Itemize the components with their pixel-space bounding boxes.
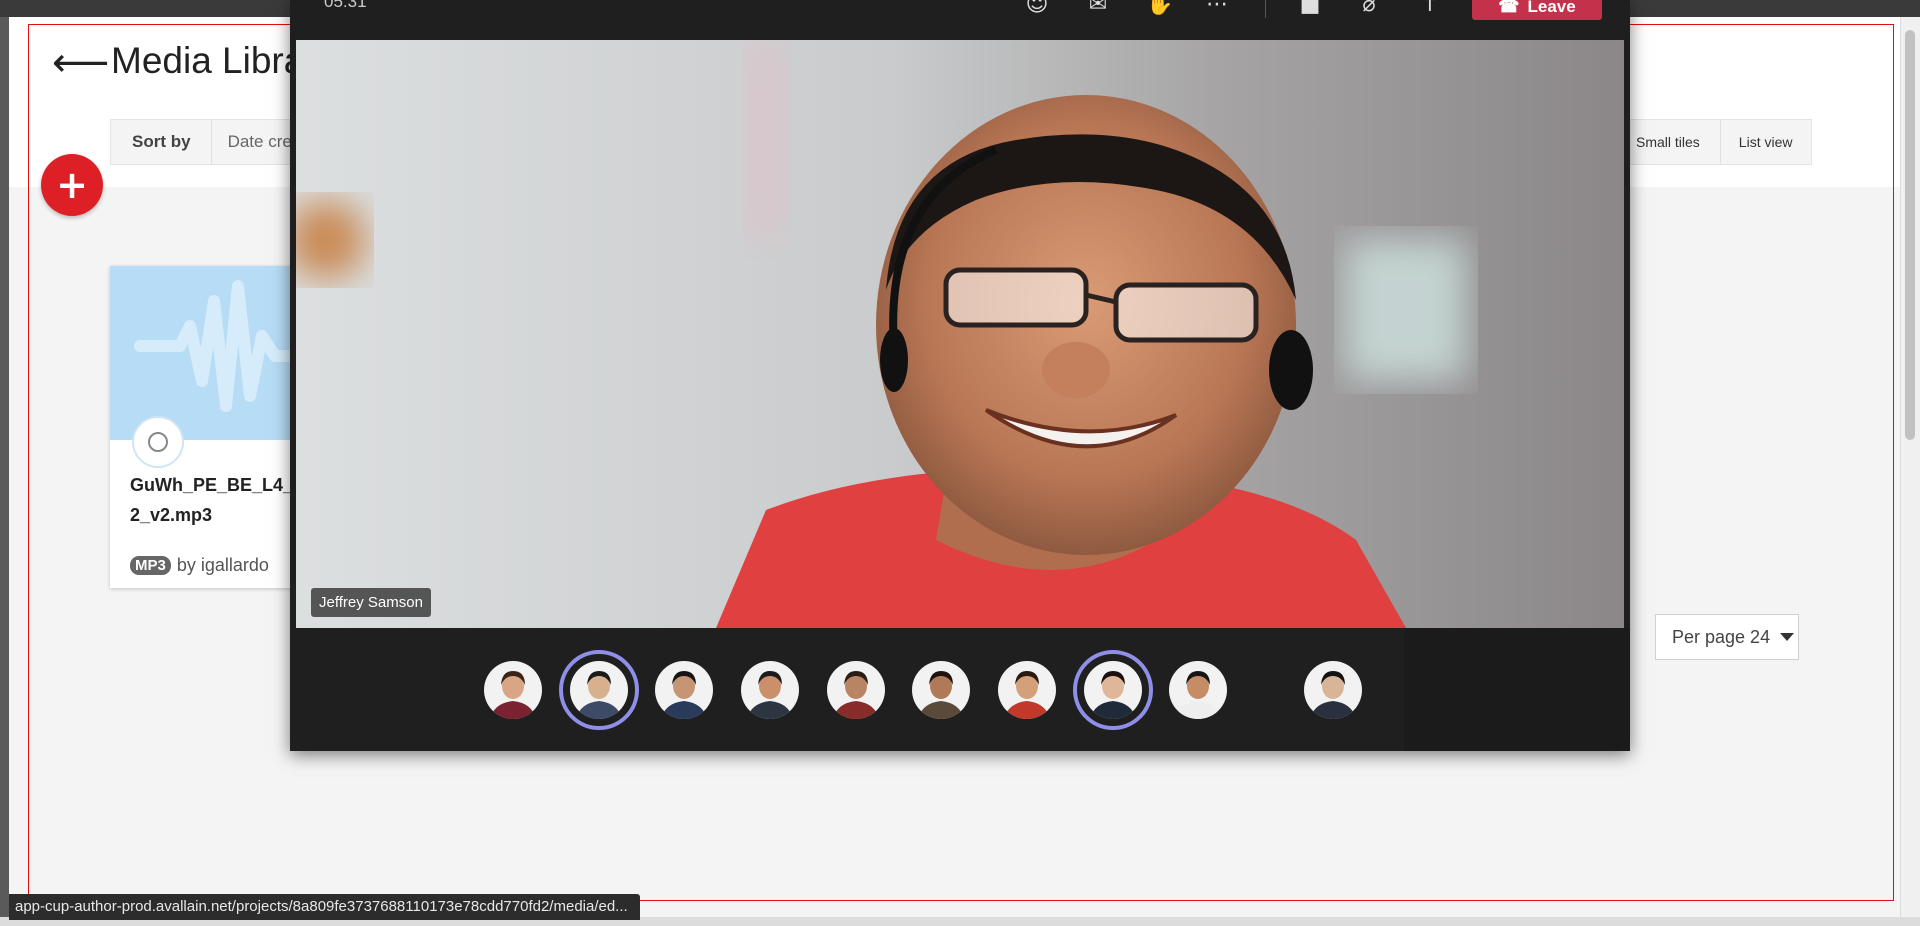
- participant-avatar[interactable]: [1304, 661, 1362, 719]
- avatar-photo: [484, 661, 542, 719]
- participant-avatar[interactable]: [1073, 650, 1153, 730]
- page-title: Media Libra: [111, 40, 305, 81]
- chat-icon[interactable]: ✉: [1085, 0, 1111, 16]
- per-page-label: Per page 24: [1672, 626, 1771, 647]
- participants-icon[interactable]: ☺: [1024, 0, 1050, 16]
- participant-avatar[interactable]: [655, 661, 713, 719]
- media-title-line2: 2_v2.mp3: [130, 505, 213, 525]
- avatar-photo: [1304, 661, 1362, 719]
- participant-avatar[interactable]: [827, 661, 885, 719]
- media-meta: MP3 by igallardo: [130, 555, 269, 576]
- window-left-edge: [0, 17, 9, 926]
- avatar-photo: [655, 661, 713, 719]
- reactions-icon[interactable]: ✋: [1146, 0, 1173, 16]
- media-title-line1: GuWh_PE_BE_L4_: [130, 475, 294, 495]
- scrollbar-thumb[interactable]: [1905, 30, 1915, 440]
- share-icon[interactable]: ↑: [1417, 0, 1443, 16]
- call-window: 05:31 ☺ ✉ ✋ ⋯ ■ ⌀ ↑ ☎ Leave Jeffrey Sams…: [290, 0, 1630, 751]
- participant-avatar[interactable]: [1169, 661, 1227, 719]
- participant-strip: [290, 628, 1630, 751]
- media-title: GuWh_PE_BE_L4_ 2_v2.mp3: [130, 470, 300, 530]
- avatar-photo: [912, 661, 970, 719]
- add-media-button[interactable]: +: [41, 154, 103, 216]
- file-type-badge: MP3: [130, 556, 171, 575]
- participant-avatar[interactable]: [484, 661, 542, 719]
- participant-avatar[interactable]: [741, 661, 799, 719]
- participant-avatar[interactable]: [559, 650, 639, 730]
- speaker-name-tag: Jeffrey Samson: [311, 588, 431, 617]
- leave-button[interactable]: ☎ Leave: [1472, 0, 1602, 20]
- leave-label: Leave: [1527, 0, 1576, 16]
- participant-avatar[interactable]: [912, 661, 970, 719]
- audio-thumbnail: [110, 266, 310, 440]
- avatar-photo: [1169, 661, 1227, 719]
- avatar-photo: [1084, 661, 1142, 719]
- more-icon[interactable]: ⋯: [1204, 0, 1230, 16]
- call-timer: 05:31: [324, 0, 367, 11]
- view-toggle: Small tiles List view: [1622, 119, 1812, 165]
- avatar-photo: [998, 661, 1056, 719]
- call-toolbar: 05:31 ☺ ✉ ✋ ⋯ ■ ⌀ ↑ ☎ Leave: [290, 0, 1630, 40]
- participant-overflow-panel: [1404, 628, 1630, 751]
- caret-down-icon: [1780, 633, 1795, 641]
- participant-avatar[interactable]: [998, 661, 1056, 719]
- status-bar-url: app-cup-author-prod.avallain.net/project…: [9, 894, 640, 920]
- avatar-photo: [827, 661, 885, 719]
- camera-off-icon[interactable]: ■: [1297, 0, 1323, 16]
- per-page-select[interactable]: Per page 24: [1655, 614, 1799, 660]
- arrow-left-icon[interactable]: ⟵: [52, 43, 109, 83]
- media-card[interactable]: GuWh_PE_BE_L4_ 2_v2.mp3 MP3 by igallardo: [110, 266, 310, 588]
- avatar-photo: [741, 661, 799, 719]
- small-tiles-button[interactable]: Small tiles: [1622, 120, 1721, 164]
- phone-hangup-icon: ☎: [1498, 0, 1520, 16]
- speaker-video: Jeffrey Samson: [296, 40, 1624, 628]
- select-checkbox[interactable]: [132, 416, 184, 468]
- toolbar-divider: [1265, 0, 1266, 18]
- waveform-icon: [134, 280, 310, 412]
- mic-off-icon[interactable]: ⌀: [1356, 0, 1382, 16]
- plus-icon: +: [56, 163, 88, 207]
- list-view-button[interactable]: List view: [1721, 134, 1793, 150]
- sort-select[interactable]: Date cre: [212, 132, 292, 152]
- avatar-photo: [570, 661, 628, 719]
- circle-icon: [148, 432, 168, 452]
- speaker-video-frame: [296, 40, 1624, 628]
- media-author: by igallardo: [176, 555, 269, 575]
- sort-label: Sort by: [111, 120, 212, 164]
